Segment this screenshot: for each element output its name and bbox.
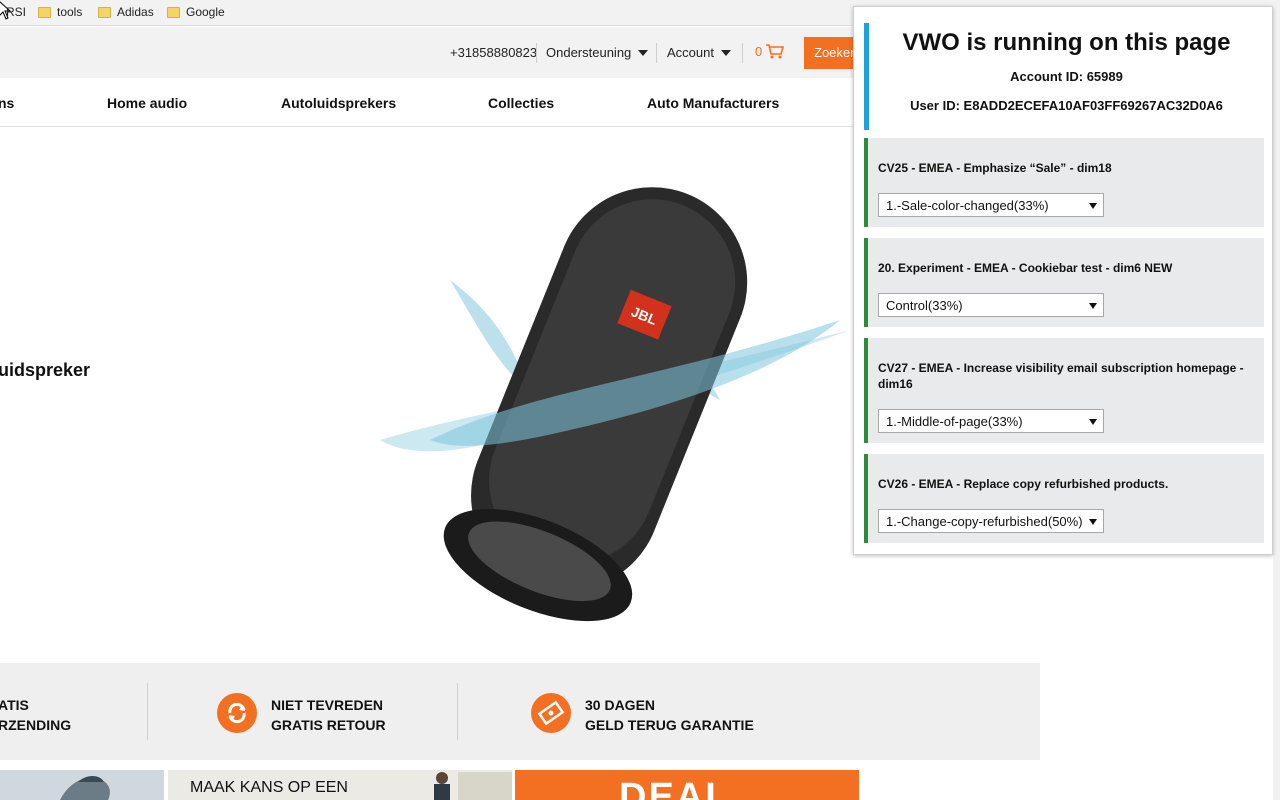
bookmark-rsi[interactable]: RSI (6, 5, 26, 19)
bookmark-google[interactable]: Google (167, 5, 225, 19)
usp-line: NIET TEVREDEN (271, 697, 384, 713)
variation-value: 1.-Change-copy-refurbished(50%) (886, 514, 1083, 529)
folder-icon (38, 6, 51, 18)
usp-line: RZENDING (0, 717, 72, 733)
variation-value: Control(33%) (886, 298, 963, 313)
usp-line: GRATIS RETOUR (271, 717, 386, 733)
vwo-title: VWO is running on this page (902, 29, 1231, 56)
divider (536, 43, 537, 63)
promo-banner-middle[interactable]: MAAK KANS OP EEN (168, 770, 512, 800)
vwo-account-id: Account ID: 65989 (1010, 69, 1123, 84)
usp-free-return: NIET TEVREDEN GRATIS RETOUR (271, 695, 386, 735)
hero-title[interactable]: uidspreker (0, 360, 90, 381)
vwo-panel: VWO is running on this page Account ID: … (853, 6, 1273, 555)
bookmark-tools[interactable]: tools (38, 5, 82, 19)
banner-image (60, 776, 110, 800)
usp-band: ATIS RZENDING NIET TEVREDEN GRATIS RETOU… (0, 663, 1040, 760)
support-label: Ondersteuning (546, 45, 632, 60)
variation-select[interactable]: 1.-Middle-of-page(33%) (878, 409, 1104, 433)
phone-number[interactable]: +31858880823 (450, 45, 537, 60)
usp-money-back: 30 DAGEN GELD TERUG GARANTIE (585, 695, 754, 735)
nav-item-autoluidsprekers[interactable]: Autoluidsprekers (281, 95, 396, 111)
usp-line: GELD TERUG GARANTIE (585, 717, 754, 733)
divider (656, 43, 657, 63)
campaign-name: CV25 - EMEA - Emphasize “Sale” - dim18 (878, 161, 1112, 175)
vwo-campaign: CV27 - EMEA - Increase visibility email … (864, 338, 1264, 443)
vwo-header: VWO is running on this page Account ID: … (864, 23, 1264, 130)
variation-value: 1.-Middle-of-page(33%) (886, 414, 1023, 429)
caret-down-icon (638, 49, 649, 56)
dropdown-arrow-icon (1089, 303, 1097, 309)
account-menu[interactable]: Account (667, 45, 731, 60)
divider (742, 43, 743, 63)
search-button-label: Zoeken (814, 45, 858, 60)
money-back-icon (531, 693, 571, 733)
page-scrollbar[interactable] (1273, 0, 1280, 800)
speaker-hero-image[interactable]: JBL (360, 140, 860, 650)
return-icon (217, 693, 257, 733)
divider (147, 683, 148, 740)
usp-line: ATIS (0, 697, 29, 713)
deal-banner[interactable]: DEAL (515, 770, 859, 800)
promo-banner-left[interactable] (0, 770, 164, 800)
nav-item-partial[interactable]: ns (0, 95, 14, 111)
dropdown-arrow-icon (1089, 203, 1097, 209)
usp-free-shipping: ATIS RZENDING (0, 695, 71, 735)
deal-text: DEAL (619, 776, 731, 800)
campaign-name: CV26 - EMEA - Replace copy refurbished p… (878, 477, 1169, 491)
variation-select[interactable]: Control(33%) (878, 293, 1104, 317)
banner-image (434, 772, 512, 800)
vwo-campaign: CV25 - EMEA - Emphasize “Sale” - dim18 1… (864, 138, 1264, 227)
campaign-name: CV27 - EMEA - Increase visibility email … (878, 361, 1244, 391)
usp-line: 30 DAGEN (585, 697, 656, 713)
cart-icon (766, 44, 785, 59)
nav-item-home-audio[interactable]: Home audio (107, 95, 187, 111)
divider (457, 683, 458, 740)
cart-count: 0 (755, 43, 763, 59)
cart-button[interactable]: 0 (755, 43, 785, 59)
variation-value: 1.-Sale-color-changed(33%) (886, 198, 1049, 213)
banner-text: MAAK KANS OP EEN (190, 779, 348, 796)
nav-item-auto-manufacturers[interactable]: Auto Manufacturers (647, 95, 779, 111)
campaign-name: 20. Experiment - EMEA - Cookiebar test -… (878, 261, 1173, 275)
vwo-campaign: 20. Experiment - EMEA - Cookiebar test -… (864, 238, 1264, 327)
bookmark-adidas[interactable]: Adidas (98, 5, 154, 19)
dropdown-arrow-icon (1089, 519, 1097, 525)
bookmark-label: tools (57, 5, 83, 19)
folder-icon (98, 6, 111, 18)
nav-item-collecties[interactable]: Collecties (488, 95, 554, 111)
vwo-campaign: CV26 - EMEA - Replace copy refurbished p… (864, 454, 1264, 543)
account-label: Account (667, 45, 714, 60)
phone-label: +31858880823 (450, 45, 538, 60)
vwo-user-id: User ID: E8ADD2ECEFA10AF03FF69267AC32D0A… (910, 98, 1223, 113)
caret-down-icon (720, 49, 731, 56)
variation-select[interactable]: 1.-Sale-color-changed(33%) (878, 193, 1104, 217)
dropdown-arrow-icon (1089, 419, 1097, 425)
bookmark-label: RSI (6, 5, 27, 19)
support-menu[interactable]: Ondersteuning (546, 45, 649, 60)
variation-select[interactable]: 1.-Change-copy-refurbished(50%) (878, 509, 1104, 533)
bookmark-label: Google (186, 5, 225, 19)
folder-icon (167, 6, 180, 18)
bookmark-label: Adidas (117, 5, 154, 19)
